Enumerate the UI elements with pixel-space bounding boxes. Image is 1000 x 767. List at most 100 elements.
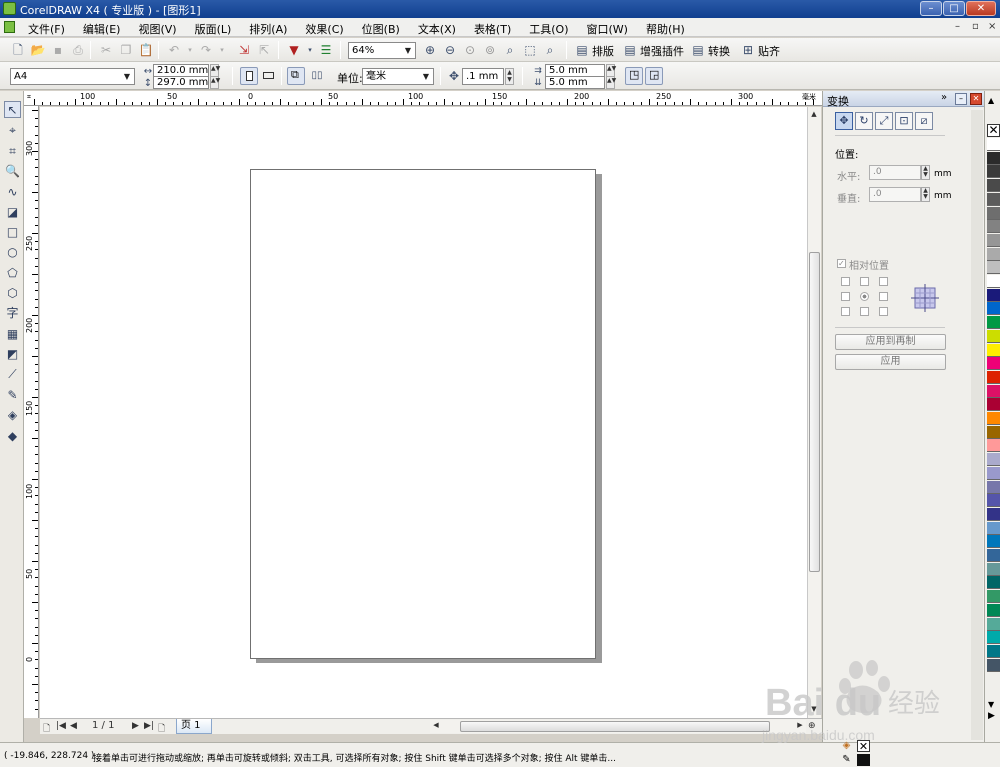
horizontal-scrollbar[interactable]: ◀ ▶ bbox=[430, 720, 806, 733]
color-swatch[interactable] bbox=[987, 562, 1000, 576]
menu-item[interactable]: 排列(A) bbox=[249, 21, 294, 37]
color-swatch[interactable] bbox=[987, 658, 1000, 672]
shape-tool-icon[interactable]: ⌖ bbox=[4, 122, 21, 139]
rotate-mode-icon[interactable]: ↻ bbox=[855, 112, 873, 130]
treat-as-filled-button[interactable]: ◳ bbox=[625, 67, 643, 85]
color-swatch[interactable] bbox=[987, 439, 1000, 453]
smart-fill-tool-icon[interactable]: ◪ bbox=[4, 204, 21, 221]
anchor-top-left[interactable] bbox=[841, 277, 850, 286]
docker-minimize-button[interactable]: – bbox=[955, 93, 967, 105]
menu-item[interactable]: 工具(O) bbox=[529, 21, 575, 37]
open-icon[interactable]: 📂 bbox=[30, 42, 46, 58]
vertical-ruler[interactable]: 300 250 200 150 100 50 0 bbox=[24, 106, 39, 718]
zoom-to-page-width-icon[interactable]: ⬚ bbox=[522, 42, 538, 58]
color-swatch[interactable] bbox=[987, 288, 1000, 302]
horizontal-scroll-thumb[interactable] bbox=[460, 721, 770, 732]
color-swatch[interactable] bbox=[987, 302, 1000, 316]
eyedropper-tool-icon[interactable]: ⟋ bbox=[4, 366, 21, 383]
freehand-tool-icon[interactable]: ∿ bbox=[4, 184, 21, 201]
text-tool-icon[interactable]: 字 bbox=[4, 305, 21, 322]
color-swatch[interactable] bbox=[987, 165, 1000, 179]
anchor-middle-left[interactable] bbox=[841, 292, 850, 301]
add-page-before-icon[interactable]: 🗋 bbox=[43, 721, 50, 737]
coreldraw-app-icon[interactable] bbox=[3, 2, 16, 15]
zoom-to-page-height-icon[interactable]: ⌕ bbox=[542, 42, 558, 58]
interactive-blend-tool-icon[interactable]: ◩ bbox=[4, 346, 21, 363]
add-page-after-icon[interactable]: 🗋 bbox=[158, 721, 165, 737]
color-swatch[interactable] bbox=[987, 261, 1000, 275]
palette-expand-icon[interactable]: ▶ bbox=[988, 711, 995, 721]
basic-shapes-tool-icon[interactable]: ⬡ bbox=[4, 285, 21, 302]
zoom-out-icon[interactable]: ⊖ bbox=[442, 42, 458, 58]
welcome-screen-icon[interactable]: ☰ bbox=[318, 42, 334, 58]
color-swatch[interactable] bbox=[987, 631, 1000, 645]
color-swatch[interactable] bbox=[987, 453, 1000, 467]
units-select[interactable]: 毫米 ▼ bbox=[362, 68, 434, 85]
anchor-center[interactable] bbox=[860, 292, 869, 301]
document-icon[interactable] bbox=[4, 21, 15, 33]
size-mode-icon[interactable]: ⊡ bbox=[895, 112, 913, 130]
color-swatch[interactable] bbox=[987, 220, 1000, 234]
ruler-corner-icon[interactable]: ⌗ bbox=[27, 93, 31, 102]
outline-color-swatch[interactable] bbox=[857, 754, 870, 766]
anchor-bottom-left[interactable] bbox=[841, 307, 850, 316]
table-tool-icon[interactable]: ▦ bbox=[4, 326, 21, 343]
color-swatch[interactable] bbox=[987, 138, 1000, 151]
palette-scroll-down-icon[interactable]: ▼ bbox=[988, 700, 994, 709]
nudge-distance-input[interactable]: .1 mm bbox=[462, 68, 504, 85]
menu-item[interactable]: 帮助(H) bbox=[646, 21, 692, 37]
next-page-icon[interactable]: ▶ bbox=[132, 721, 139, 731]
color-swatch[interactable] bbox=[987, 494, 1000, 508]
duplicate-distance-y-input[interactable]: 5.0 mm bbox=[545, 76, 605, 89]
mdi-close-button[interactable]: × bbox=[988, 21, 996, 32]
close-button[interactable]: ✕ bbox=[966, 1, 996, 16]
no-color-swatch[interactable]: ✕ bbox=[987, 124, 1000, 137]
vertical-position-input[interactable]: .0 bbox=[869, 187, 921, 202]
color-swatch[interactable] bbox=[987, 247, 1000, 261]
menu-item[interactable]: 文件(F) bbox=[28, 21, 72, 37]
new-document-icon[interactable]: 🗋 bbox=[10, 42, 26, 58]
docker-expand-icon[interactable]: » bbox=[941, 92, 947, 103]
current-page-icon[interactable]: ▯▯ bbox=[309, 68, 325, 84]
minimize-button[interactable]: – bbox=[920, 1, 942, 16]
anchor-bottom-center[interactable] bbox=[860, 307, 869, 316]
anchor-middle-right[interactable] bbox=[879, 292, 888, 301]
previous-page-icon[interactable]: ◀ bbox=[70, 721, 77, 731]
palette-scroll-up-icon[interactable]: ▲ bbox=[988, 96, 994, 105]
menu-item[interactable]: 版面(L) bbox=[195, 21, 239, 37]
cut-icon[interactable]: ✂ bbox=[98, 42, 114, 58]
color-swatch[interactable] bbox=[987, 521, 1000, 535]
snap-to-button[interactable]: 贴齐 bbox=[758, 43, 780, 59]
color-swatch[interactable] bbox=[987, 412, 1000, 425]
horizontal-ruler[interactable]: ⌗ 100 50 0 50 100 150 200 250 300 毫米 bbox=[24, 91, 822, 106]
outline-tool-icon[interactable]: ✎ bbox=[4, 387, 21, 404]
paper-size-select[interactable]: A4 ▼ bbox=[10, 68, 135, 85]
zoom-level-select[interactable]: 64% ▼ bbox=[348, 42, 416, 59]
vertical-scrollbar[interactable]: ▲ ▼ bbox=[807, 107, 821, 718]
scale-mirror-mode-icon[interactable]: ⤢ bbox=[875, 112, 893, 130]
undo-icon[interactable]: ↶ bbox=[166, 42, 182, 58]
print-icon[interactable]: ⎙ bbox=[70, 42, 86, 58]
color-swatch[interactable] bbox=[987, 151, 1000, 165]
duplicate-y-stepper[interactable]: ▲▼ bbox=[606, 76, 616, 89]
nudge-stepper[interactable]: ▲ ▼ bbox=[505, 68, 514, 85]
color-swatch[interactable] bbox=[987, 590, 1000, 604]
draw-object-bounds-button[interactable]: ◲ bbox=[645, 67, 663, 85]
first-page-icon[interactable]: |◀ bbox=[56, 721, 66, 731]
maximize-button[interactable]: □ bbox=[943, 1, 965, 16]
zoom-tool-icon[interactable]: 🔍 bbox=[4, 163, 21, 180]
scroll-up-icon[interactable]: ▲ bbox=[808, 110, 820, 118]
color-swatch[interactable] bbox=[987, 617, 1000, 631]
polygon-tool-icon[interactable]: ⬠ bbox=[4, 265, 21, 282]
rectangle-tool-icon[interactable]: □ bbox=[4, 224, 21, 241]
menu-item[interactable]: 表格(T) bbox=[474, 21, 518, 37]
color-swatch[interactable] bbox=[987, 316, 1000, 330]
menu-item[interactable]: 位图(B) bbox=[362, 21, 407, 37]
color-swatch[interactable] bbox=[987, 603, 1000, 617]
color-swatch[interactable] bbox=[987, 398, 1000, 412]
color-swatch[interactable] bbox=[987, 179, 1000, 193]
menu-item[interactable]: 文本(X) bbox=[418, 21, 463, 37]
menu-item[interactable]: 编辑(E) bbox=[83, 21, 128, 37]
color-swatch[interactable] bbox=[987, 644, 1000, 658]
landscape-button[interactable] bbox=[261, 68, 277, 84]
